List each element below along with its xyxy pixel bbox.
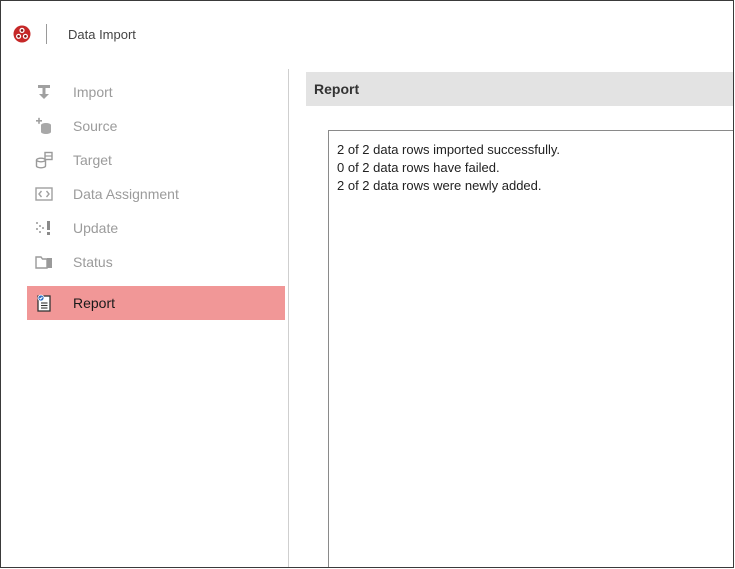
panel-header: Report	[306, 72, 733, 106]
data-import-window: Data Import Import Source Target Data As…	[0, 0, 734, 568]
tri-circle-logo-icon	[13, 25, 31, 43]
title-separator	[46, 24, 47, 44]
sidebar-item-report[interactable]: Report	[27, 286, 285, 320]
report-icon	[37, 294, 51, 312]
sidebar-item-update[interactable]: Update	[27, 211, 285, 245]
sidebar-item-import[interactable]: Import	[27, 75, 285, 109]
target-database-icon	[35, 151, 53, 169]
sidebar-item-label: Report	[73, 295, 116, 311]
title-bar: Data Import	[1, 1, 733, 63]
source-database-icon	[36, 117, 51, 134]
sidebar-item-label: Target	[73, 152, 112, 168]
report-line: 0 of 2 data rows have failed.	[337, 160, 500, 175]
report-line: 2 of 2 data rows imported successfully.	[337, 142, 561, 157]
sidebar-item-source[interactable]: Source	[27, 109, 285, 143]
sidebar-item-label: Status	[73, 254, 113, 270]
sidebar-item-status[interactable]: Status	[27, 245, 285, 279]
import-icon	[38, 85, 50, 99]
wizard-steps-sidebar: Import Source Target Data Assignment Upd…	[1, 63, 288, 567]
report-text-area[interactable]: 2 of 2 data rows imported successfully. …	[328, 130, 733, 567]
report-line: 2 of 2 data rows were newly added.	[337, 178, 542, 193]
sidebar-item-target[interactable]: Target	[27, 143, 285, 177]
sidebar-item-label: Source	[73, 118, 118, 134]
status-icon	[35, 256, 52, 269]
sidebar-item-label: Update	[73, 220, 119, 236]
sidebar-divider	[288, 69, 289, 567]
sidebar-item-data-assignment[interactable]: Data Assignment	[27, 177, 285, 211]
sidebar-item-label: Import	[73, 84, 113, 100]
data-assignment-icon	[35, 187, 53, 201]
sidebar-item-label: Data Assignment	[73, 186, 179, 202]
update-icon	[36, 221, 50, 235]
window-title: Data Import	[68, 27, 136, 42]
